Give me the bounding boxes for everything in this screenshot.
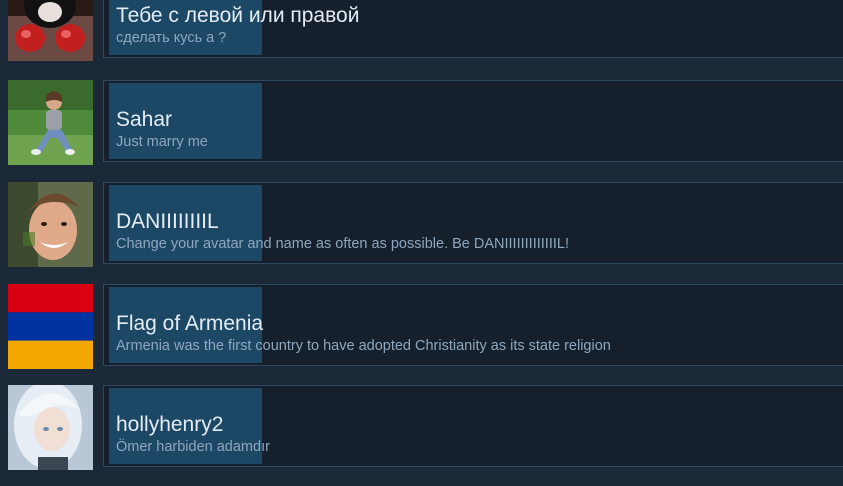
item-description: Change your avatar and name as often as … — [116, 236, 569, 252]
list-item[interactable]: Тебе с левой или правой сделать кусь а ? — [0, 0, 843, 77]
anime-girl-avatar — [8, 385, 93, 470]
item-title: DANIIIIIIIIL — [116, 210, 219, 233]
item-panel[interactable]: DANIIIIIIIIL Change your avatar and name… — [103, 182, 843, 264]
flag-stripe-red — [8, 284, 93, 313]
item-panel[interactable]: hollyhenry2 Ömer harbiden adamdır — [103, 385, 843, 467]
item-title: Flag of Armenia — [116, 312, 264, 335]
item-description: Armenia was the first country to have ad… — [116, 338, 611, 354]
list-item[interactable]: Flag of Armenia Armenia was the first co… — [0, 284, 843, 385]
armenia-flag-avatar — [8, 284, 93, 369]
item-panel[interactable]: Тебе с левой или правой сделать кусь а ? — [103, 0, 843, 58]
flag-stripe-blue — [8, 312, 93, 341]
boxing-gloves-avatar — [8, 0, 93, 61]
list-item[interactable]: hollyhenry2 Ömer harbiden adamdır — [0, 385, 843, 486]
item-panel[interactable]: Sahar Just marry me — [103, 80, 843, 162]
item-panel[interactable]: Flag of Armenia Armenia was the first co… — [103, 284, 843, 366]
item-title: Sahar — [116, 108, 173, 131]
list-item[interactable]: Sahar Just marry me — [0, 80, 843, 181]
item-title: hollyhenry2 — [116, 413, 224, 436]
flag-stripe-orange — [8, 340, 93, 369]
person-sitting-grass-avatar — [8, 80, 93, 165]
item-description: Just marry me — [116, 134, 208, 150]
smiling-man-avatar — [8, 182, 93, 267]
item-title: Тебе с левой или правой — [116, 4, 360, 27]
item-description: Ömer harbiden adamdır — [116, 439, 270, 455]
list-item[interactable]: DANIIIIIIIIL Change your avatar and name… — [0, 182, 843, 283]
item-description: сделать кусь а ? — [116, 30, 227, 46]
